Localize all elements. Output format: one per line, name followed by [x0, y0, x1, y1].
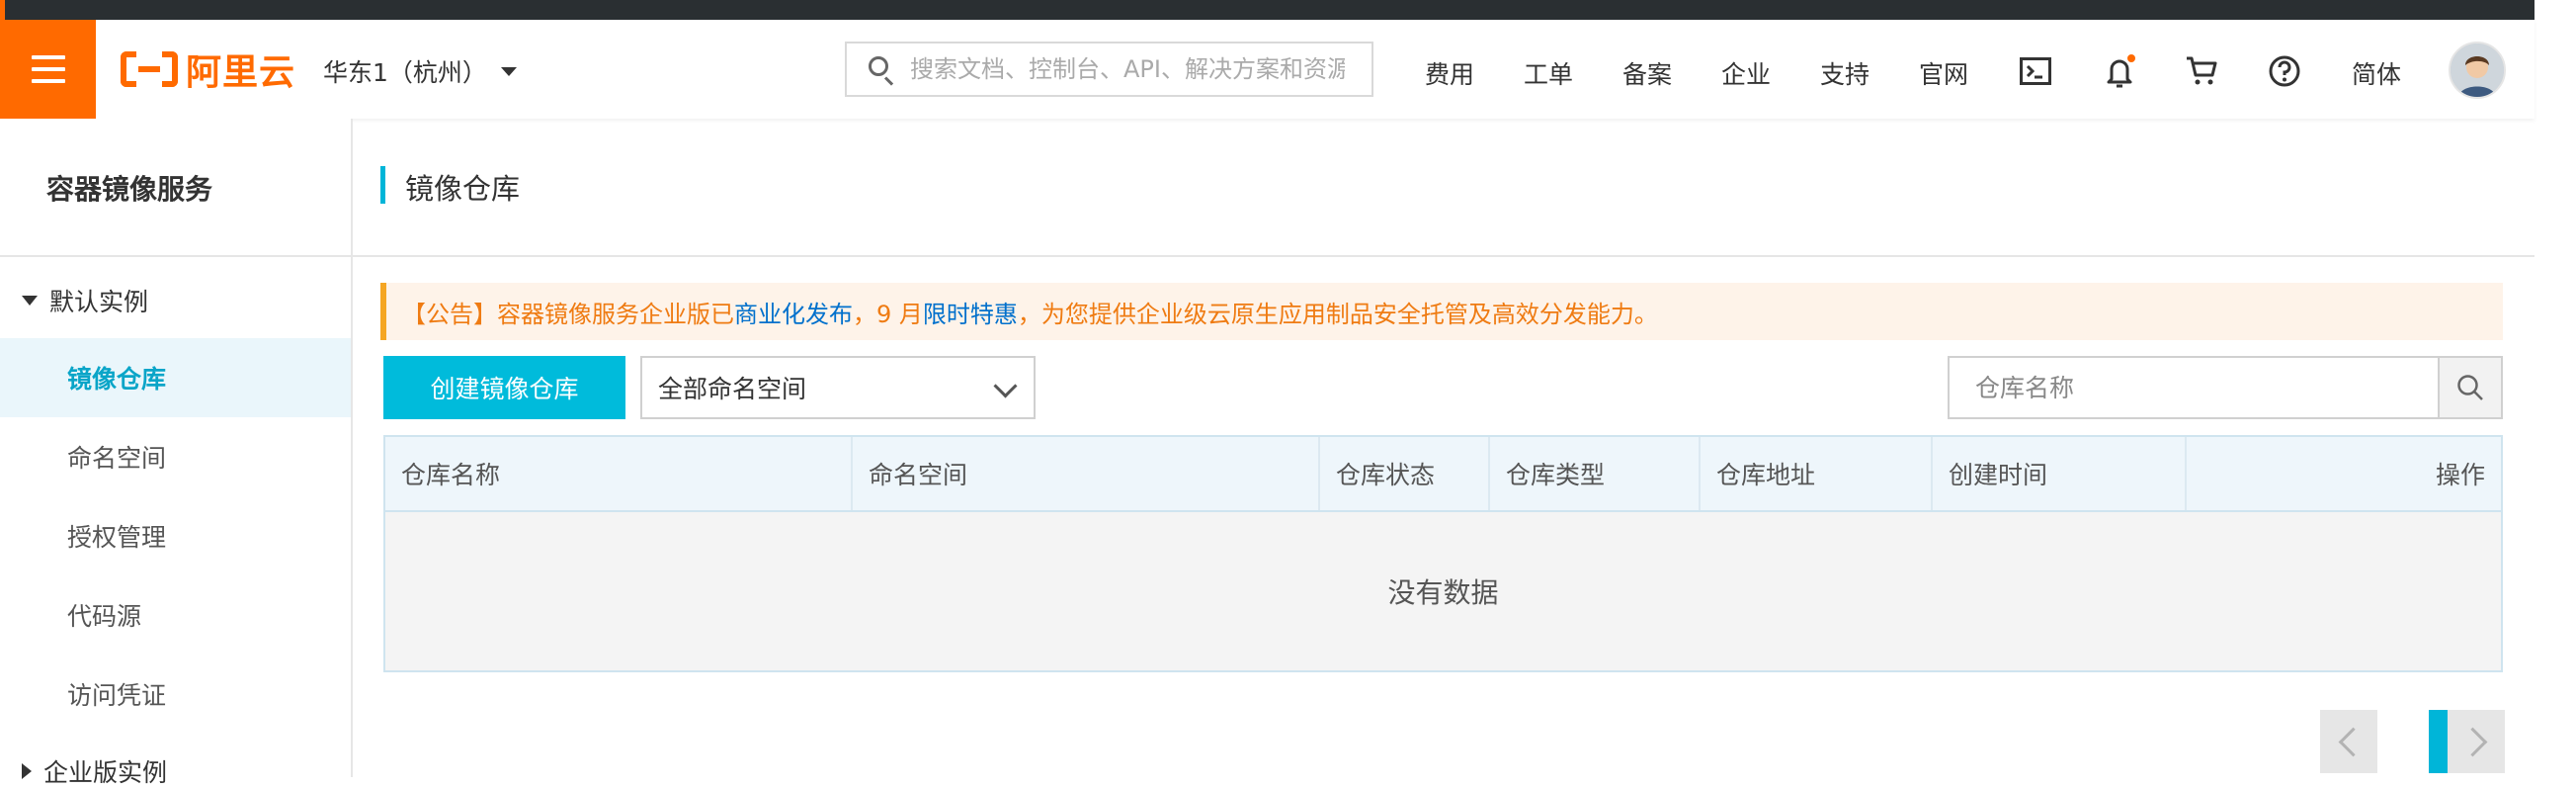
- notice-link-commercial-release[interactable]: 商业化发布: [734, 295, 853, 329]
- column-repo-address: 仓库地址: [1701, 437, 1933, 510]
- sidebar-group-enterprise-instance[interactable]: 企业版实例: [22, 753, 167, 789]
- announcement-banner: 【公告】容器镜像服务企业版已 商业化发布 ，9 月 限时特惠 ，为您提供企业级云…: [380, 283, 2503, 340]
- sidebar-item-label: 命名空间: [67, 444, 167, 473]
- sidebar-item-authorization[interactable]: 授权管理: [0, 496, 351, 575]
- column-repo-status: 仓库状态: [1320, 437, 1490, 510]
- namespace-select[interactable]: 全部命名空间: [640, 356, 1036, 419]
- sidebar-item-image-repositories[interactable]: 镜像仓库: [0, 338, 351, 417]
- table-header: 仓库名称 命名空间 仓库状态 仓库类型 仓库地址 创建时间 操作: [385, 437, 2501, 512]
- sidebar-item-label: 访问凭证: [67, 681, 167, 710]
- help-icon[interactable]: [2265, 51, 2304, 91]
- notice-suffix: ，为您提供企业级云原生应用制品安全托管及高效分发能力。: [1017, 300, 1658, 328]
- global-search[interactable]: [845, 42, 1373, 97]
- language-switch[interactable]: 简体: [2352, 55, 2401, 91]
- notice-middle: ，9 月: [853, 300, 923, 328]
- nav-tickets[interactable]: 工单: [1524, 55, 1573, 91]
- title-divider: [353, 255, 2534, 257]
- empty-state: 没有数据: [385, 512, 2501, 670]
- region-label: 华东1（杭州）: [323, 58, 487, 87]
- top-navigation-bar: 阿里云 华东1（杭州） 费用 工单 备案 企业 支持 官网 简体: [0, 20, 2534, 119]
- browser-top-strip: [0, 0, 2534, 20]
- column-repo-name: 仓库名称: [385, 437, 853, 510]
- title-accent-bar: [380, 166, 385, 204]
- sidebar-item-label: 授权管理: [67, 523, 167, 552]
- nav-icp-filing[interactable]: 备案: [1622, 55, 1672, 91]
- sidebar-item-namespaces[interactable]: 命名空间: [0, 417, 351, 496]
- sidebar-item-label: 镜像仓库: [67, 365, 167, 394]
- global-search-input[interactable]: [910, 55, 1345, 83]
- notice-prefix: 【公告】容器镜像服务企业版已: [402, 300, 734, 328]
- terminal-icon[interactable]: [2016, 51, 2055, 91]
- notice-link-limited-offer[interactable]: 限时特惠: [923, 295, 1018, 329]
- chevron-left-icon: [2338, 727, 2368, 756]
- aliyun-logo-mark-icon: [121, 51, 178, 87]
- empty-state-text: 没有数据: [1387, 576, 1499, 609]
- chevron-down-icon: [993, 374, 1018, 398]
- nav-fees[interactable]: 费用: [1425, 55, 1474, 91]
- nav-enterprise[interactable]: 企业: [1721, 55, 1771, 91]
- top-strip-accent: [0, 0, 5, 20]
- caret-down-icon: [22, 296, 38, 306]
- sidebar-divider: [0, 255, 351, 257]
- chevron-right-icon: [2457, 727, 2487, 756]
- sidebar-group-label: 默认实例: [49, 288, 149, 316]
- search-icon: [867, 54, 896, 86]
- pagination-prev-button[interactable]: [2320, 710, 2377, 773]
- repository-search-input[interactable]: [1950, 358, 2438, 417]
- sidebar-item-code-source[interactable]: 代码源: [0, 575, 351, 655]
- repository-search: [1948, 356, 2503, 419]
- caret-down-icon: [500, 66, 517, 76]
- aliyun-logo[interactable]: 阿里云: [121, 49, 295, 93]
- nav-official-site[interactable]: 官网: [1919, 55, 1968, 91]
- sidebar-item-access-credentials[interactable]: 访问凭证: [0, 655, 351, 734]
- column-namespace: 命名空间: [853, 437, 1320, 510]
- product-title: 容器镜像服务: [46, 173, 213, 206]
- bell-icon[interactable]: [2100, 51, 2139, 91]
- sidebar-item-label: 代码源: [67, 602, 142, 631]
- create-repository-button[interactable]: 创建镜像仓库: [383, 356, 625, 419]
- repository-search-button[interactable]: [2438, 358, 2501, 417]
- sidebar-group-label: 企业版实例: [43, 758, 168, 787]
- search-icon: [2457, 375, 2483, 400]
- sidebar: 容器镜像服务 默认实例 镜像仓库 命名空间 授权管理 代码源 访问凭证 企业版实…: [0, 119, 353, 787]
- column-repo-type: 仓库类型: [1490, 437, 1701, 510]
- brand-name: 阿里云: [186, 52, 296, 93]
- sidebar-group-default-instance[interactable]: 默认实例: [22, 283, 148, 318]
- namespace-select-value: 全部命名空间: [658, 375, 807, 403]
- nav-support[interactable]: 支持: [1820, 55, 1870, 91]
- avatar[interactable]: [2449, 42, 2506, 99]
- repository-table: 仓库名称 命名空间 仓库状态 仓库类型 仓库地址 创建时间 操作 没有数据: [383, 435, 2503, 672]
- column-created-time: 创建时间: [1933, 437, 2187, 510]
- region-selector[interactable]: 华东1（杭州）: [323, 53, 517, 89]
- column-actions: 操作: [2435, 461, 2485, 489]
- menu-button[interactable]: [0, 20, 96, 119]
- hamburger-icon: [31, 55, 65, 83]
- page-title: 镜像仓库: [405, 172, 521, 206]
- pagination-next-button[interactable]: [2448, 710, 2505, 773]
- cart-icon[interactable]: [2182, 51, 2221, 91]
